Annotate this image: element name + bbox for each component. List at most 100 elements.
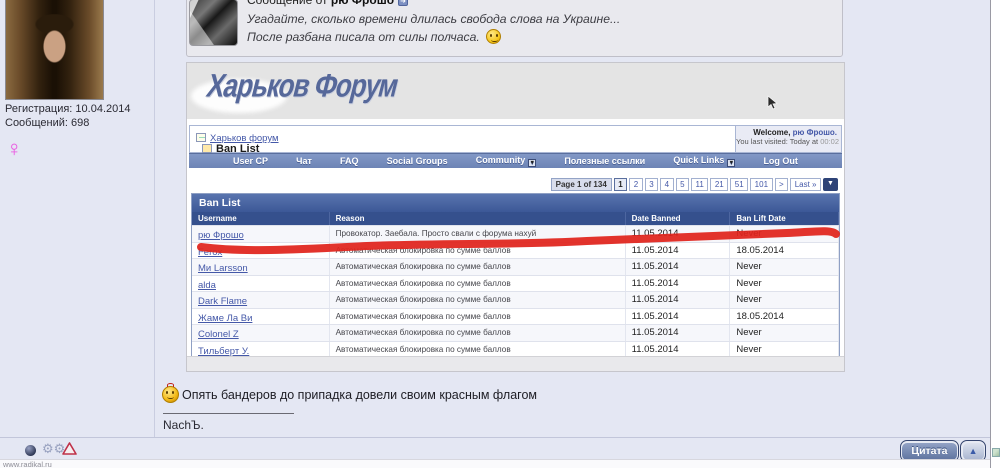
message-count: Сообщений: 698	[5, 117, 90, 129]
username-link[interactable]: Ми Larsson	[198, 263, 248, 274]
view-post-icon[interactable]: ➜	[398, 0, 409, 6]
ban-lift-date: 18.05.2014	[730, 242, 839, 258]
up-arrow-icon: ▲	[962, 442, 984, 460]
nav-chat[interactable]: Чат	[296, 156, 312, 166]
ban-reason: Провокатор. Заебала. Просто свали с фору…	[330, 226, 626, 242]
user-avatar[interactable]	[5, 0, 104, 100]
pagination-bar: Page 1 of 134 1 2 3 4 5 11 21 51 101 > L…	[550, 177, 838, 191]
welcome-box: Welcome, рю Фрошо. You last visited: Tod…	[735, 126, 841, 152]
ban-list-title: Ban List	[192, 194, 839, 212]
breadcrumb-bar: Харьков форум Ban List Welcome, рю Фрошо…	[189, 125, 842, 155]
devil-smiley-icon	[162, 383, 179, 403]
signature-text: NachЪ.	[163, 418, 204, 432]
ban-list-page-icon	[202, 144, 212, 153]
date-banned: 11.05.2014	[626, 259, 731, 275]
ban-lift-date: Never	[730, 275, 839, 291]
forum-logo[interactable]: Харьков Форум	[203, 66, 402, 105]
ban-reason: Автоматическая блокировка по сумме балло…	[330, 292, 626, 308]
ban-lift-date: Never	[730, 325, 839, 341]
welcome-prefix: Welcome,	[753, 128, 793, 137]
page-next-link[interactable]: >	[774, 177, 789, 191]
nav-user-cp[interactable]: User CP	[233, 156, 268, 166]
nav-community[interactable]: Community ▾	[476, 155, 537, 167]
last-visited-time: 00:02	[820, 137, 840, 146]
forum-nav-bar: User CP Чат FAQ Social Groups Community ▾…	[189, 153, 842, 168]
ban-reason: Автоматическая блокировка по сумме балло…	[330, 275, 626, 291]
page-link[interactable]: 51	[730, 177, 749, 191]
welcome-username-link[interactable]: рю Фрошо.	[793, 128, 837, 137]
username-link[interactable]: alda	[198, 280, 216, 291]
report-post-icon[interactable]	[62, 442, 77, 455]
quote-text-line2: После разбана писала от силы полчаса.	[247, 29, 501, 44]
corner-attachment-icon	[992, 448, 1000, 457]
nav-useful-links[interactable]: Полезные ссылки	[564, 156, 645, 166]
quote-header: Сообщение от рю Фрошо ➜	[247, 0, 409, 7]
table-row: Тильберт У. Автоматическая блокировка по…	[192, 340, 839, 357]
page-link[interactable]: 11	[691, 177, 709, 191]
page-link[interactable]: 2	[629, 177, 643, 191]
date-banned: 11.05.2014	[626, 341, 731, 357]
last-visited-label: You last visited: Today at	[736, 137, 821, 146]
table-row: рю Фрошо Провокатор. Заебала. Просто сва…	[192, 225, 839, 242]
post-user-column: Регистрация: 10.04.2014 Сообщений: 698 ♀	[0, 0, 155, 437]
ban-reason: Автоматическая блокировка по сумме балло…	[330, 242, 626, 258]
nav-social-groups[interactable]: Social Groups	[387, 156, 448, 166]
table-row: Colonel Z Автоматическая блокировка по с…	[192, 324, 839, 341]
username-link[interactable]: Ferox	[198, 247, 222, 258]
wink-smiley-icon	[485, 29, 501, 44]
quote-author: рю Фрошо	[330, 0, 395, 7]
ban-list-panel: Ban List Username Reason Date Banned Ban…	[191, 193, 840, 358]
username-link[interactable]: Тильберт У.	[198, 346, 249, 357]
page-right-margin	[990, 0, 1000, 468]
nav-log-out[interactable]: Log Out	[763, 156, 798, 166]
page-link[interactable]: 101	[750, 177, 773, 191]
username-link[interactable]: Жаме Ла Ви	[198, 313, 252, 324]
date-banned: 11.05.2014	[626, 308, 731, 324]
post-body-text: Опять бандеров до припадка довели своим …	[162, 383, 537, 403]
date-banned: 11.05.2014	[626, 242, 731, 258]
screenshot-footer-strip	[187, 356, 844, 371]
table-row: alda Автоматическая блокировка по сумме …	[192, 274, 839, 291]
username-link[interactable]: рю Фрошо	[198, 230, 244, 241]
ban-lift-date: Never	[730, 292, 839, 308]
ban-lift-date: Never	[730, 341, 839, 357]
ban-reason: Автоматическая блокировка по сумме балло…	[330, 325, 626, 341]
online-status-icon[interactable]	[25, 445, 36, 456]
ban-list-column-headers: Username Reason Date Banned Ban Lift Dat…	[192, 212, 839, 225]
quote-thumbnail-image[interactable]	[189, 0, 238, 46]
table-row: Ferox Автоматическая блокировка по сумме…	[192, 241, 839, 258]
col-username[interactable]: Username	[192, 212, 330, 225]
table-row: Жаме Ла Ви Автоматическая блокировка по …	[192, 307, 839, 324]
signature-divider	[163, 413, 294, 414]
page-info: Page 1 of 134	[550, 177, 612, 191]
page-last-link[interactable]: Last »	[790, 177, 821, 191]
page-link[interactable]: 5	[675, 177, 690, 191]
username-link[interactable]: Colonel Z	[198, 329, 239, 340]
quote-text-line1: Угадайте, сколько времени длилась свобод…	[247, 12, 621, 26]
page-link[interactable]: 3	[644, 177, 659, 191]
page-link[interactable]: 4	[660, 177, 674, 191]
username-link[interactable]: Dark Flame	[198, 296, 247, 307]
page-bottom-strip: www.radikal.ru	[0, 459, 990, 468]
col-reason[interactable]: Reason	[330, 212, 626, 225]
nav-faq[interactable]: FAQ	[340, 156, 359, 166]
page-link[interactable]: 21	[710, 177, 729, 191]
page-jump-icon[interactable]: ▼	[823, 177, 838, 191]
page-current: 1	[613, 177, 628, 191]
chevron-down-icon: ▾	[727, 159, 736, 167]
post-footer-bar: ⚙⚙ Цитата ▲	[0, 437, 990, 462]
table-row: Ми Larsson Автоматическая блокировка по …	[192, 258, 839, 275]
female-gender-icon: ♀	[6, 136, 23, 161]
ban-lift-date: 18.05.2014	[730, 308, 839, 324]
date-banned: 11.05.2014	[626, 325, 731, 341]
nav-quick-links[interactable]: Quick Links ▾	[673, 155, 736, 167]
quote-box: Сообщение от рю Фрошо ➜ Угадайте, сколько…	[186, 0, 843, 57]
chevron-down-icon: ▾	[528, 159, 537, 167]
ban-reason: Автоматическая блокировка по сумме балло…	[330, 308, 626, 324]
ban-lift-date: Never	[730, 226, 839, 242]
date-banned: 11.05.2014	[626, 226, 731, 242]
col-date-banned[interactable]: Date Banned	[626, 212, 731, 225]
col-ban-lift-date[interactable]: Ban Lift Date	[730, 212, 839, 225]
registration-date: Регистрация: 10.04.2014	[5, 103, 131, 115]
quote-header-prefix: Сообщение от	[247, 0, 331, 7]
